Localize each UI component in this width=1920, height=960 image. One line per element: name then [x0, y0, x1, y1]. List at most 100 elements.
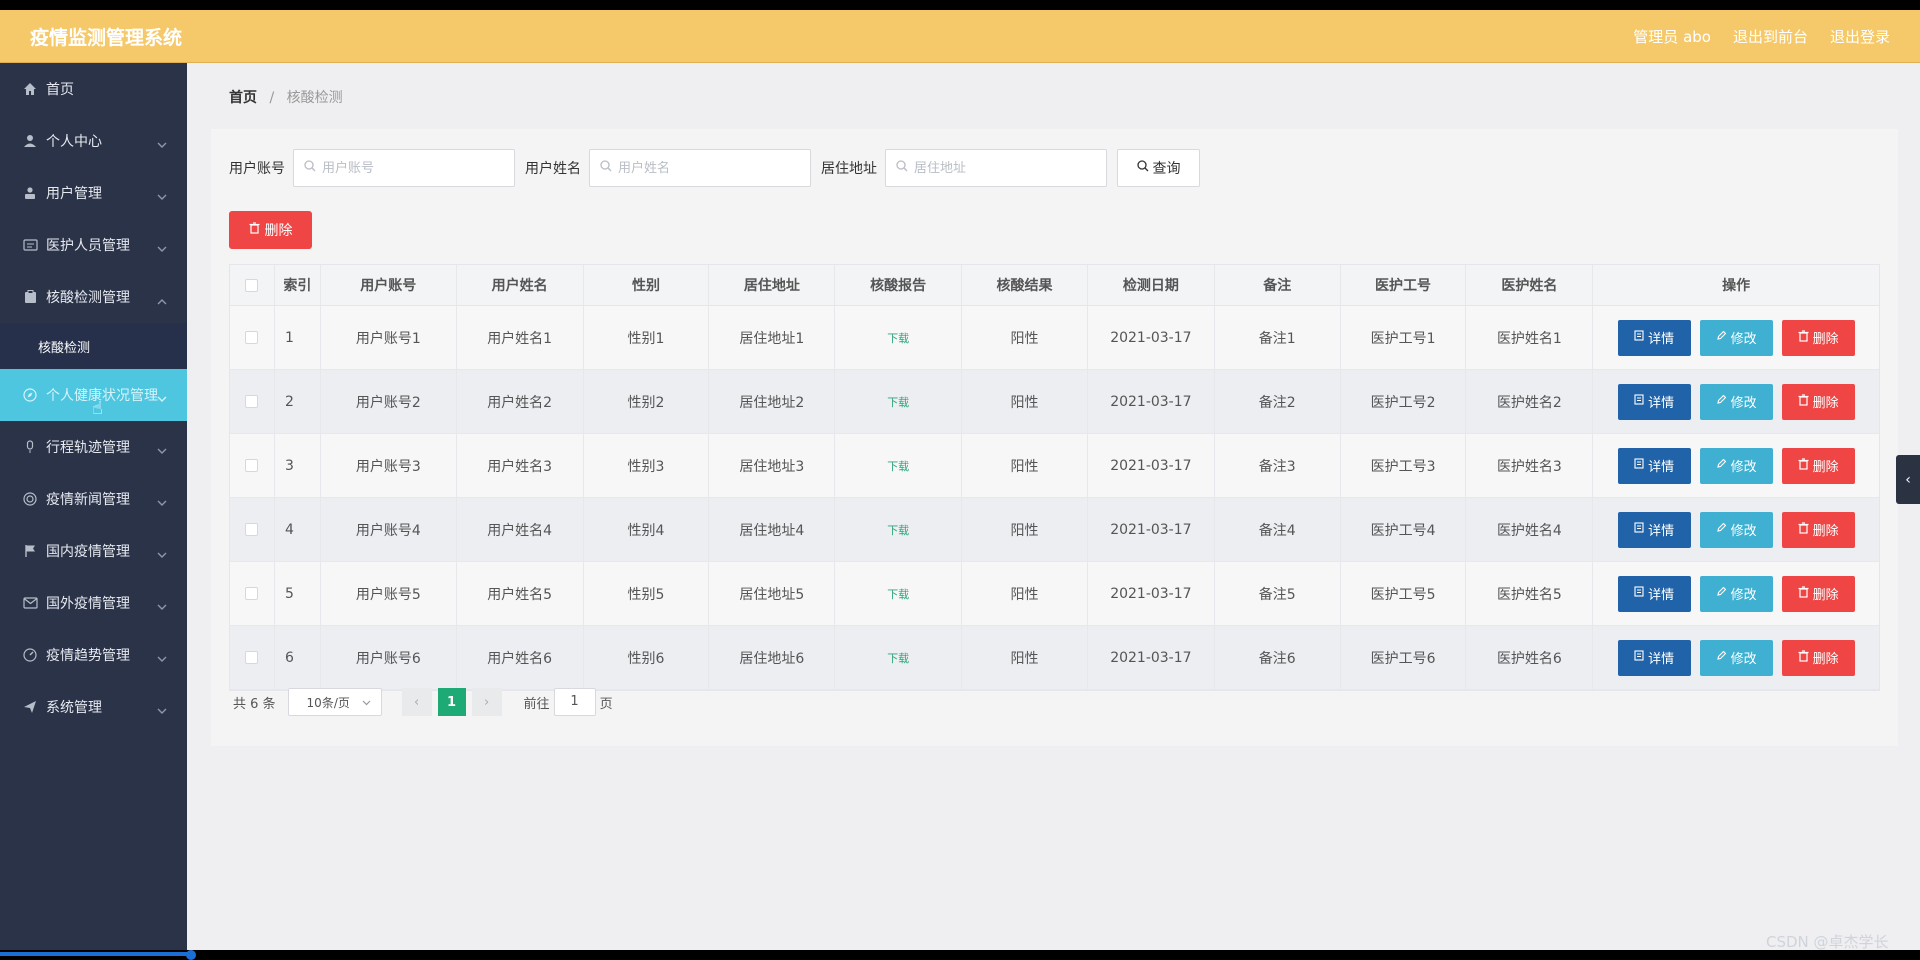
row-checkbox[interactable]: [245, 651, 259, 664]
collapse-panel-button[interactable]: ‹: [1896, 455, 1920, 504]
cell-name: 用户姓名2: [457, 370, 584, 433]
next-page-button[interactable]: ›: [471, 688, 502, 716]
edit-button[interactable]: 修改: [1699, 447, 1773, 484]
detail-button[interactable]: 详情: [1617, 319, 1691, 356]
goto-page-input[interactable]: 1: [553, 688, 596, 716]
table-row: 6 用户账号6 用户姓名6 性别6 居住地址6 下载 阳性 2021-03-17 备注6 医护工号…: [230, 626, 1879, 690]
front-link[interactable]: 退出到前台: [1733, 26, 1808, 47]
delete-button[interactable]: 删除: [1781, 575, 1855, 612]
sidebar-item-nucleic-test[interactable]: 核酸检测管理: [0, 271, 187, 323]
row-checkbox[interactable]: [245, 395, 259, 408]
row-checkbox[interactable]: [245, 459, 259, 472]
sidebar-item-news[interactable]: 疫情新闻管理: [0, 473, 187, 525]
pencil-icon: [1716, 586, 1727, 601]
cell-sex: 性别2: [584, 370, 710, 433]
cell-note: 备注2: [1215, 370, 1341, 433]
account-search-input[interactable]: [322, 160, 502, 176]
row-checkbox[interactable]: [245, 523, 259, 536]
sidebar-item-label: 国内疫情管理: [46, 544, 130, 560]
download-report-link[interactable]: 下载: [887, 394, 909, 410]
detail-button[interactable]: 详情: [1617, 639, 1691, 676]
delete-label: 删除: [1812, 332, 1839, 347]
edit-label: 修改: [1730, 460, 1757, 475]
name-search-input[interactable]: [618, 160, 798, 176]
search-icon: [1136, 160, 1149, 176]
sidebar-item-trend[interactable]: 疫情趋势管理: [0, 629, 187, 681]
video-progress-handle[interactable]: [186, 950, 196, 960]
row-checkbox[interactable]: [245, 331, 259, 344]
cell-report: 下载: [835, 434, 963, 497]
cell-worker-name: 医护姓名4: [1466, 498, 1594, 561]
cell-account: 用户账号1: [321, 306, 457, 369]
address-search-input[interactable]: [914, 160, 1094, 176]
search-icon: [896, 160, 908, 176]
sidebar-item-foreign[interactable]: 国外疫情管理: [0, 577, 187, 629]
chevron-down-icon: [362, 695, 371, 709]
detail-button[interactable]: 详情: [1617, 511, 1691, 548]
account-search-box[interactable]: [293, 149, 515, 187]
detail-button[interactable]: 详情: [1617, 447, 1691, 484]
sidebar-item-medical-staff[interactable]: 医护人员管理: [0, 219, 187, 271]
admin-label: 管理员 abo: [1633, 27, 1711, 46]
detail-button[interactable]: 详情: [1617, 575, 1691, 612]
delete-button[interactable]: 删除: [1781, 319, 1855, 356]
sidebar-item-itinerary[interactable]: 行程轨迹管理: [0, 421, 187, 473]
document-icon: [1634, 458, 1644, 473]
cell-address: 居住地址5: [709, 562, 836, 625]
header-date: 检测日期: [1088, 265, 1215, 305]
delete-button[interactable]: 删除: [1781, 383, 1855, 420]
edit-button[interactable]: 修改: [1699, 639, 1773, 676]
download-report-link[interactable]: 下载: [887, 522, 909, 538]
batch-delete-button[interactable]: 删除: [229, 211, 312, 249]
download-report-link[interactable]: 下载: [887, 586, 909, 602]
table-header: 索引 用户账号 用户姓名 性别 居住地址 核酸报告 核酸结果 检测日期 备注 医…: [230, 265, 1879, 306]
sidebar-item-domestic[interactable]: 国内疫情管理: [0, 525, 187, 577]
cell-worker-name: 医护姓名3: [1466, 434, 1594, 497]
pencil-icon: [1716, 330, 1727, 345]
delete-button[interactable]: 删除: [1781, 639, 1855, 676]
cell-report: 下载: [835, 306, 963, 369]
address-search-box[interactable]: [885, 149, 1107, 187]
prev-page-button[interactable]: ‹: [401, 688, 432, 716]
sidebar-item-users[interactable]: 用户管理: [0, 167, 187, 219]
edit-button[interactable]: 修改: [1699, 575, 1773, 612]
name-search-box[interactable]: [589, 149, 811, 187]
chevron-up-icon: [157, 293, 167, 309]
page-size-value: 10条/页: [306, 695, 350, 710]
chevron-down-icon: [157, 703, 167, 719]
logout-link[interactable]: 退出登录: [1830, 26, 1890, 47]
main-content: 首页 / 核酸检测 用户账号 用户姓名 居住地址 查询: [187, 63, 1920, 950]
search-form: 用户账号 用户姓名 居住地址 查询: [229, 149, 1200, 187]
trash-icon: [1798, 649, 1809, 666]
detail-button[interactable]: 详情: [1617, 383, 1691, 420]
cell-operations: 详情 修改 删除: [1593, 626, 1879, 689]
download-report-link[interactable]: 下载: [887, 458, 909, 474]
sidebar-subitem-nucleic-test[interactable]: 核酸检测: [0, 323, 187, 369]
edit-button[interactable]: 修改: [1699, 383, 1773, 420]
sidebar-item-home[interactable]: 首页: [0, 63, 187, 115]
chevron-down-icon: [157, 391, 167, 407]
delete-button[interactable]: 删除: [1781, 447, 1855, 484]
delete-button[interactable]: 删除: [1781, 511, 1855, 548]
download-report-link[interactable]: 下载: [887, 650, 909, 666]
cell-operations: 详情 修改 删除: [1593, 370, 1879, 433]
page-number-current[interactable]: 1: [437, 688, 466, 716]
edit-button[interactable]: 修改: [1699, 511, 1773, 548]
sidebar-item-profile[interactable]: 个人中心: [0, 115, 187, 167]
download-report-link[interactable]: 下载: [887, 330, 909, 346]
sidebar-item-system[interactable]: 系统管理: [0, 681, 187, 733]
query-button[interactable]: 查询: [1117, 149, 1200, 187]
cell-note: 备注4: [1215, 498, 1341, 561]
select-all-checkbox[interactable]: [245, 278, 259, 292]
table-row: 4 用户账号4 用户姓名4 性别4 居住地址4 下载 阳性 2021-03-17 备注4 医护工号…: [230, 498, 1879, 562]
sidebar-item-label: 系统管理: [46, 700, 102, 716]
breadcrumb-home[interactable]: 首页: [229, 90, 257, 106]
chevron-left-icon: ‹: [1905, 471, 1911, 488]
row-checkbox[interactable]: [245, 587, 259, 600]
page-size-select[interactable]: 10条/页: [287, 688, 382, 716]
document-icon: [1634, 394, 1644, 409]
sidebar-item-label: 国外疫情管理: [46, 596, 130, 612]
edit-button[interactable]: 修改: [1699, 319, 1773, 356]
edit-label: 修改: [1730, 652, 1757, 667]
content-panel: 用户账号 用户姓名 居住地址 查询 删除: [211, 129, 1898, 746]
